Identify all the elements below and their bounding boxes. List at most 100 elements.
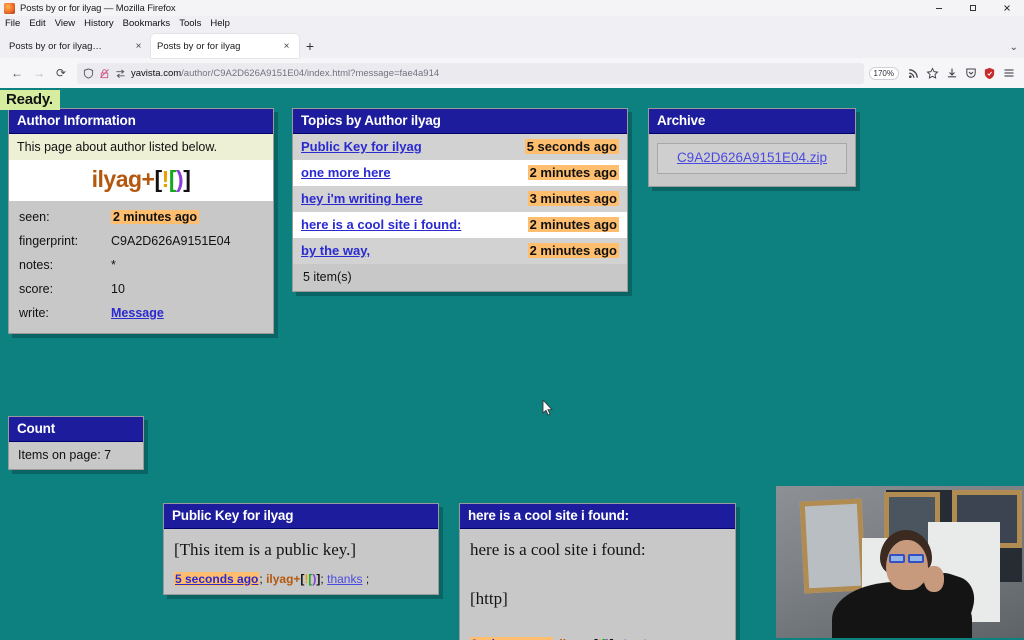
- new-tab-button[interactable]: +: [299, 34, 321, 58]
- screenshot-root: Posts by or for ilyag — Mozilla Firefox …: [0, 0, 1024, 640]
- post-tag-link[interactable]: thanks: [327, 572, 362, 586]
- sep: ;: [259, 571, 263, 586]
- topic-row[interactable]: hey i'm writing here 3 minutes ago: [293, 186, 627, 212]
- window-controls: [922, 0, 1024, 16]
- post-body: here is a cool site i found: [http]: [460, 529, 735, 632]
- author-note: This page about author listed below.: [9, 134, 273, 160]
- webcam-overlay: [776, 486, 1024, 638]
- pocket-icon[interactable]: [961, 62, 980, 84]
- tab-inactive[interactable]: Posts by or for ilyag… ×: [3, 34, 151, 58]
- menu-help[interactable]: Help: [210, 18, 230, 29]
- shield-privacy-icon[interactable]: [980, 62, 999, 84]
- author-row-seen: seen: 2 minutes ago: [9, 205, 273, 229]
- author-row-write: write: Message: [9, 301, 273, 325]
- forward-button[interactable]: →: [28, 62, 50, 84]
- sep: ;: [320, 571, 324, 586]
- lock-broken-icon[interactable]: [99, 68, 110, 79]
- tab-close-icon[interactable]: ×: [280, 41, 293, 52]
- post-panel-public-key: Public Key for ilyag [This item is a pub…: [163, 503, 439, 595]
- post-line-blank: [470, 563, 725, 588]
- rss-icon[interactable]: [904, 62, 923, 84]
- topic-time: 2 minutes ago: [527, 165, 619, 180]
- menu-view[interactable]: View: [55, 18, 75, 29]
- identicon-bracket-close: ]: [183, 166, 191, 192]
- topic-time: 5 seconds ago: [524, 139, 619, 154]
- menu-tools[interactable]: Tools: [179, 18, 201, 29]
- topic-link[interactable]: here is a cool site i found:: [301, 217, 528, 232]
- count-body: Items on page: 7: [9, 442, 143, 469]
- reload-button[interactable]: ⟳: [50, 62, 72, 84]
- topic-row[interactable]: Public Key for ilyag 5 seconds ago: [293, 134, 627, 160]
- close-button[interactable]: [990, 0, 1024, 16]
- menu-file[interactable]: File: [5, 18, 20, 29]
- post-time-link[interactable]: 5 seconds ago: [174, 571, 260, 586]
- topic-link[interactable]: Public Key for ilyag: [301, 139, 525, 154]
- mouse-cursor: [542, 400, 553, 416]
- post-footer: 2 minutes ago; ilyag+[![)]; thanks ;: [460, 631, 735, 640]
- menu-bar: File Edit View History Bookmarks Tools H…: [0, 16, 1024, 30]
- topic-time: 3 minutes ago: [527, 191, 619, 206]
- topics-panel: Topics by Author ilyag Public Key for il…: [292, 108, 628, 292]
- zoom-level-badge[interactable]: 170%: [868, 66, 899, 80]
- webcam-glasses-left-lens: [889, 554, 905, 563]
- window-title: Posts by or for ilyag — Mozilla Firefox: [20, 2, 176, 14]
- sep: ;: [365, 571, 370, 586]
- chevron-down-icon[interactable]: ⌄: [1010, 42, 1018, 53]
- menu-history[interactable]: History: [84, 18, 114, 29]
- tab-close-icon[interactable]: ×: [132, 41, 145, 52]
- row-value: 2 minutes ago: [111, 210, 273, 224]
- title-bar: Posts by or for ilyag — Mozilla Firefox: [0, 0, 1024, 16]
- status-badge: Ready.: [0, 90, 60, 110]
- topic-row[interactable]: by the way, 2 minutes ago: [293, 238, 627, 264]
- identicon-name: ilyag+: [91, 166, 155, 192]
- topic-time: 2 minutes ago: [527, 217, 619, 232]
- post-author[interactable]: ilyag+: [266, 572, 300, 586]
- topic-row[interactable]: here is a cool site i found: 2 minutes a…: [293, 212, 627, 238]
- row-key: score:: [19, 282, 54, 296]
- webcam-person-face: [886, 540, 928, 590]
- topic-row[interactable]: one more here 2 minutes ago: [293, 160, 627, 186]
- navigation-toolbar: ← → ⟳ yavista.com/author/C9A2D626A9151E0…: [0, 58, 1024, 88]
- webcam-glasses-right-lens: [908, 554, 924, 563]
- identicon-bracket-open: [: [154, 166, 163, 192]
- tab-strip: Posts by or for ilyag… × Posts by or for…: [0, 30, 1024, 58]
- url-host: yavista.com: [131, 67, 182, 79]
- back-button[interactable]: ←: [6, 62, 28, 84]
- topic-link[interactable]: hey i'm writing here: [301, 191, 528, 206]
- bookmark-star-icon[interactable]: [923, 62, 942, 84]
- author-identicon: ilyag+[![)]: [9, 160, 273, 201]
- url-path: /author/C9A2D626A9151E04/index.html?mess…: [181, 67, 440, 79]
- panel-title: Archive: [649, 109, 855, 134]
- message-link[interactable]: Message: [111, 306, 164, 320]
- menu-edit[interactable]: Edit: [29, 18, 45, 29]
- menu-bookmarks[interactable]: Bookmarks: [123, 18, 171, 29]
- maximize-button[interactable]: [956, 0, 990, 16]
- row-key: fingerprint:: [19, 234, 79, 248]
- topic-link[interactable]: by the way,: [301, 243, 528, 258]
- url-bar[interactable]: yavista.com/author/C9A2D626A9151E04/inde…: [77, 62, 864, 84]
- topic-time: 2 minutes ago: [527, 243, 619, 258]
- http-exchange-icon: [115, 68, 126, 79]
- row-value: Message: [111, 306, 273, 320]
- row-value: 10: [111, 282, 125, 296]
- archive-zip-link[interactable]: C9A2D626A9151E04.zip: [677, 150, 827, 165]
- post-footer: 5 seconds ago; ilyag+[![)]; thanks ;: [164, 566, 438, 594]
- panel-title: Author Information: [9, 109, 273, 134]
- identicon-text: ilyag+[![)]: [92, 166, 191, 192]
- archive-body: C9A2D626A9151E04.zip: [649, 134, 855, 186]
- panel-title: Topics by Author ilyag: [293, 109, 627, 134]
- menu-hamburger-icon[interactable]: [999, 62, 1018, 84]
- minimize-button[interactable]: [922, 0, 956, 16]
- panel-title: here is a cool site i found:: [460, 504, 735, 529]
- webcam-window-frame-left: [799, 498, 867, 594]
- tab-active[interactable]: Posts by or for ilyag ×: [151, 34, 299, 58]
- topic-link[interactable]: one more here: [301, 165, 528, 180]
- tab-label: Posts by or for ilyag: [157, 40, 241, 52]
- downloads-icon[interactable]: [942, 62, 961, 84]
- firefox-logo-icon: [4, 2, 15, 14]
- author-row-fingerprint: fingerprint: C9A2D626A9151E04: [9, 229, 273, 253]
- shield-icon[interactable]: [83, 67, 94, 79]
- post-body: [This item is a public key.]: [164, 529, 438, 567]
- webcam-person-hand: [924, 566, 944, 592]
- post-line: here is a cool site i found:: [470, 540, 646, 559]
